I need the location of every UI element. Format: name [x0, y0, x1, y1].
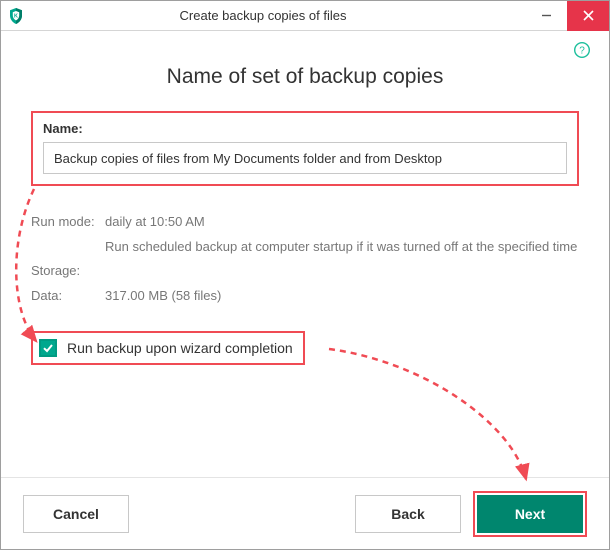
backup-name-input[interactable]: [43, 142, 567, 174]
app-logo-icon: K: [1, 1, 31, 31]
data-label: Data:: [31, 284, 105, 309]
storage-label: Storage:: [31, 259, 105, 284]
wizard-window: K Create backup copies of files ? Name o…: [0, 0, 610, 550]
page-title: Name of set of backup copies: [31, 65, 579, 89]
next-button[interactable]: Next: [477, 495, 583, 533]
svg-text:K: K: [14, 13, 18, 19]
run-on-completion-row[interactable]: Run backup upon wizard completion: [31, 331, 305, 365]
close-button[interactable]: [567, 1, 609, 31]
titlebar: K Create backup copies of files: [1, 1, 609, 31]
data-value: 317.00 MB (58 files): [105, 284, 221, 309]
run-mode-value: daily at 10:50 AM: [105, 210, 205, 235]
summary-info: Run mode: daily at 10:50 AM Run schedule…: [31, 210, 579, 309]
name-section: Name:: [31, 111, 579, 186]
cancel-button[interactable]: Cancel: [23, 495, 129, 533]
run-mode-note: Run scheduled backup at computer startup…: [31, 235, 579, 260]
content-area: ? Name of set of backup copies Name: Run…: [1, 31, 609, 477]
window-buttons: [525, 1, 609, 31]
svg-text:?: ?: [579, 45, 585, 56]
help-icon[interactable]: ?: [573, 41, 591, 59]
back-button[interactable]: Back: [355, 495, 461, 533]
next-button-highlight: Next: [473, 491, 587, 537]
name-label: Name:: [43, 121, 567, 136]
run-on-completion-label: Run backup upon wizard completion: [67, 340, 293, 356]
window-title: Create backup copies of files: [31, 8, 525, 23]
run-mode-label: Run mode:: [31, 210, 105, 235]
footer: Cancel Back Next: [1, 477, 609, 549]
checkbox-checked-icon[interactable]: [39, 339, 57, 357]
minimize-button[interactable]: [525, 1, 567, 31]
